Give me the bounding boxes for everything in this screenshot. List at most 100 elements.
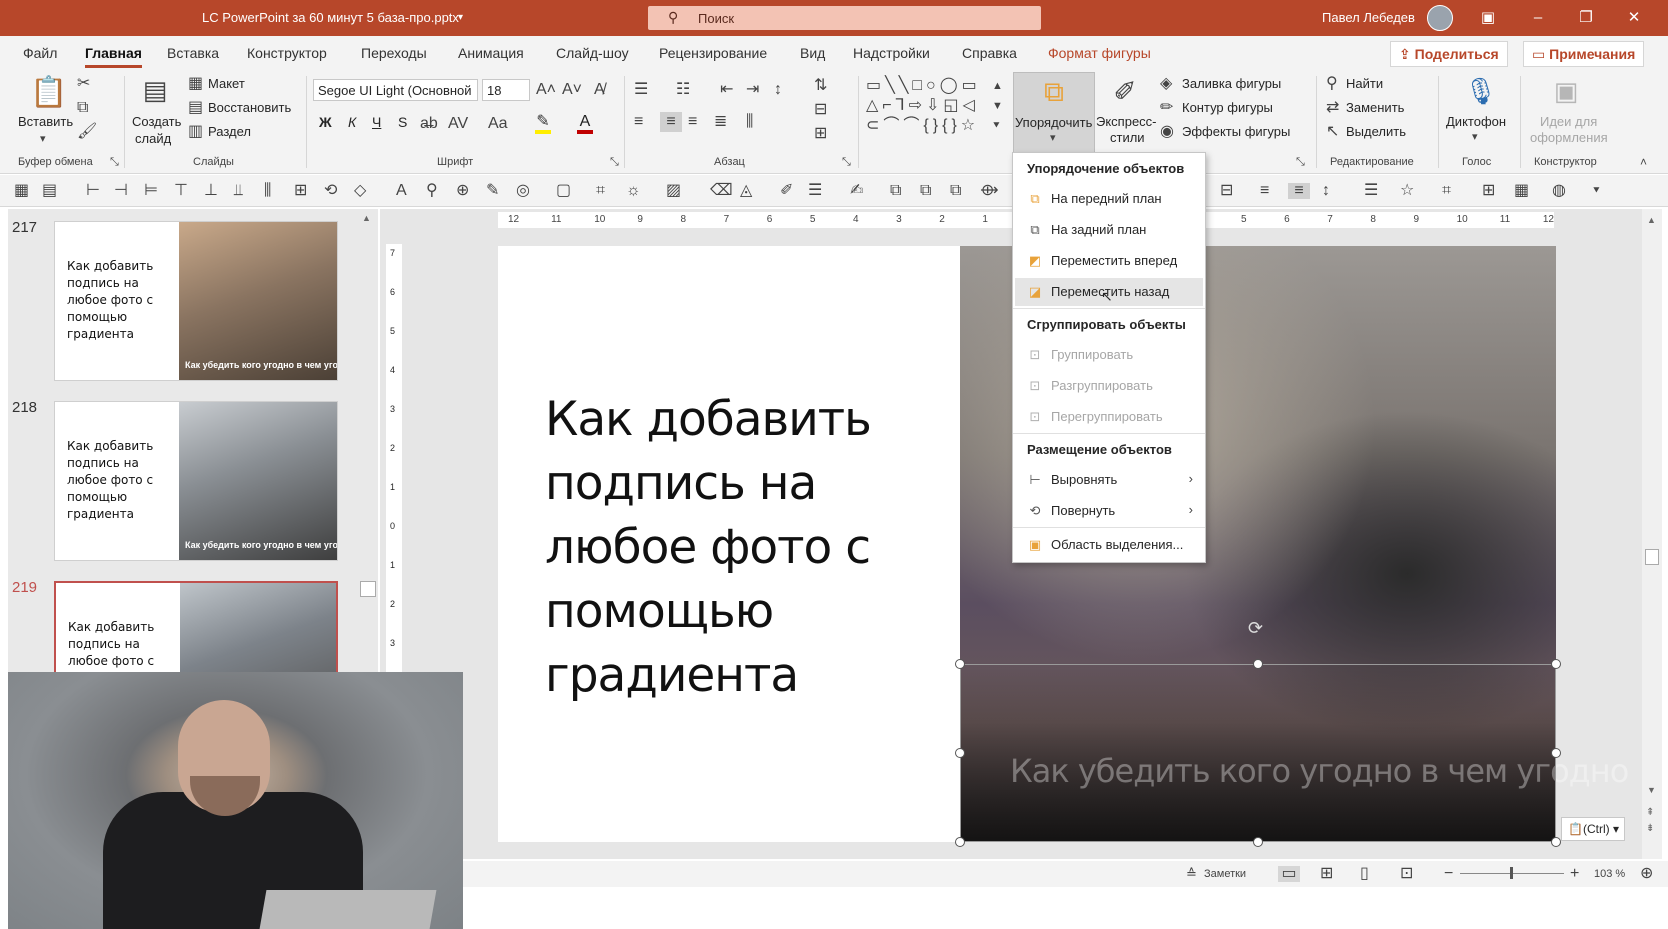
brightness-icon[interactable]: ☼: [626, 183, 641, 199]
paragraph-launcher-icon[interactable]: ⤡: [842, 156, 851, 169]
line-weight-icon[interactable]: ☰: [808, 183, 822, 199]
customize-qat-icon[interactable]: ⯆: [1592, 183, 1601, 199]
resize-handle[interactable]: [1551, 748, 1561, 758]
strikethrough-icon[interactable]: a̶b: [420, 116, 438, 132]
fill-bucket-icon[interactable]: ◬: [740, 183, 752, 199]
find-label[interactable]: Найти: [1346, 76, 1383, 91]
clipboard-launcher-icon[interactable]: ⤡: [110, 156, 119, 169]
tab-help[interactable]: Справка: [962, 45, 1017, 61]
select-icon[interactable]: ↖: [1326, 124, 1339, 140]
slide-title[interactable]: Как добавить подпись на любое фото с пом…: [545, 388, 965, 708]
new-slide-label-1[interactable]: Создать: [132, 114, 181, 129]
textbox-icon[interactable]: A: [396, 183, 407, 199]
align-center-text-qat-icon[interactable]: ≡: [1288, 183, 1310, 199]
bullets-icon[interactable]: ☰: [634, 82, 648, 98]
minimize-icon[interactable]: –: [1526, 6, 1550, 30]
text-direction-icon[interactable]: ⇅: [814, 78, 827, 94]
slide-thumbnail-218[interactable]: Как добавить подпись на любое фото с пом…: [54, 401, 338, 561]
spacing-qat-icon[interactable]: ↕: [1322, 183, 1330, 199]
new-slide-icon[interactable]: ▤: [140, 76, 170, 106]
tab-insert[interactable]: Вставка: [167, 45, 219, 61]
send-backward-item[interactable]: ◪ Переместить назад ↖: [1015, 278, 1203, 306]
font-color-icon[interactable]: A: [577, 114, 593, 134]
tab-home[interactable]: Главная: [85, 45, 142, 68]
align-middle-icon[interactable]: ⊥: [204, 183, 218, 199]
slideshow-icon[interactable]: ⊡: [1400, 866, 1413, 882]
bring-to-front-item[interactable]: ⧉ На передний план: [1015, 185, 1203, 213]
resize-handle[interactable]: [955, 659, 965, 669]
drawing-launcher-icon[interactable]: ⤡: [1296, 156, 1305, 169]
decrease-indent-icon[interactable]: ⇤: [720, 82, 733, 98]
shape-effects-label[interactable]: Эффекты фигуры: [1182, 124, 1290, 139]
notes-icon[interactable]: ≙: [1186, 866, 1197, 882]
zoom-slider-thumb[interactable]: [1510, 867, 1513, 879]
new-slide-label-2[interactable]: слайд: [135, 131, 171, 146]
designer-label-1[interactable]: Идеи для: [1540, 114, 1597, 129]
tab-animations[interactable]: Анимация: [458, 45, 524, 61]
eyedropper-icon[interactable]: ✐: [780, 183, 793, 199]
gallery-scroll-down-icon[interactable]: ▼: [992, 98, 1003, 114]
layout-icon[interactable]: ▦: [188, 76, 203, 92]
layout-label[interactable]: Макет: [208, 76, 245, 91]
editor-scroll-thumb[interactable]: [1645, 549, 1659, 565]
zoom-in-icon[interactable]: +: [1570, 866, 1579, 882]
editor-scroll-down-icon[interactable]: ▼: [1647, 785, 1656, 795]
ungroup-item[interactable]: ⊡ Разгруппировать: [1015, 372, 1203, 400]
find-icon[interactable]: ⚲: [1326, 76, 1338, 92]
bold-button[interactable]: Ж: [319, 114, 332, 130]
next-slide-icon[interactable]: ⇟: [1646, 823, 1654, 834]
crosshair-icon[interactable]: ⊕: [456, 183, 469, 199]
zoom-level[interactable]: 103 %: [1594, 868, 1625, 880]
avatar[interactable]: [1427, 5, 1453, 31]
select-label[interactable]: Выделить: [1346, 124, 1406, 139]
qat-icon-1[interactable]: ▦: [14, 183, 29, 199]
circle-icon[interactable]: ◎: [516, 183, 530, 199]
rotate-item[interactable]: ⟲ Повернуть ›: [1015, 497, 1203, 525]
tab-shape-format[interactable]: Формат фигуры: [1048, 45, 1151, 61]
align-bottom-icon[interactable]: ⫫: [234, 183, 243, 199]
shape-outline-icon[interactable]: ✏: [1160, 100, 1173, 116]
tab-file[interactable]: Файл: [23, 45, 57, 61]
ribbon-display-icon[interactable]: ▣: [1476, 6, 1500, 30]
table2-qat-icon[interactable]: ▦: [1514, 183, 1529, 199]
replace-icon[interactable]: ⇄: [1326, 100, 1339, 116]
rotate-handle-icon[interactable]: ⟳: [1248, 618, 1263, 639]
bring-forward-item[interactable]: ◩ Переместить вперед: [1015, 247, 1203, 275]
search-box[interactable]: ⚲ Поиск: [648, 6, 1041, 30]
tab-slideshow[interactable]: Слайд-шоу: [556, 45, 629, 61]
tab-view[interactable]: Вид: [800, 45, 825, 61]
designer-ideas-icon[interactable]: ▣: [1550, 76, 1582, 108]
tab-transitions[interactable]: Переходы: [361, 45, 427, 61]
smartart-icon[interactable]: ⊞: [814, 126, 827, 142]
align-left-text-qat-icon[interactable]: ≡: [1260, 183, 1269, 199]
rotate-objects-icon[interactable]: ⟲: [324, 183, 337, 199]
scroll-thumb[interactable]: [360, 581, 376, 597]
comments-button[interactable]: ▭ Примечания: [1523, 41, 1645, 67]
microphone-icon[interactable]: 🎙: [1464, 74, 1497, 108]
replace-label[interactable]: Заменить: [1346, 100, 1404, 115]
gallery-more-icon[interactable]: ⯆: [992, 118, 1001, 134]
previous-slide-icon[interactable]: ⇞: [1646, 807, 1654, 818]
gallery-scroll-up-icon[interactable]: ▲: [992, 78, 1003, 94]
shapes-icon[interactable]: ◇: [354, 183, 366, 199]
paste-label[interactable]: Вставить: [18, 114, 73, 129]
char-spacing-icon[interactable]: AV: [448, 116, 468, 132]
shapes-gallery[interactable]: ▭╲╲□○◯▭ △⌐⅂⇨⇩◱◁ ⊂⌒⌒{}{}☆: [866, 76, 1006, 136]
designer-label-2[interactable]: оформления: [1530, 130, 1608, 145]
paste-options-button[interactable]: 📋(Ctrl) ▾: [1561, 817, 1625, 841]
editor-scrollbar[interactable]: ▲ ▼ ⇞ ⇟: [1642, 209, 1662, 859]
underline-button[interactable]: Ч: [372, 114, 381, 130]
shape-effects-icon[interactable]: ◉: [1160, 124, 1174, 140]
numbering-icon[interactable]: ☷: [676, 82, 690, 98]
resize-handle[interactable]: [955, 837, 965, 847]
group-item[interactable]: ⊡ Группировать: [1015, 341, 1203, 369]
bullets-qat-icon[interactable]: ☰: [1364, 183, 1378, 199]
effects-qat-icon[interactable]: ⟴: [980, 183, 999, 199]
align-text-icon[interactable]: ⊟: [814, 102, 827, 118]
paint-icon[interactable]: ✎: [486, 183, 499, 199]
shape-outline-qat-icon[interactable]: ◍: [1552, 183, 1566, 199]
align-left-icon[interactable]: ≡: [634, 114, 643, 130]
zoom-icon[interactable]: ⚲: [426, 183, 438, 199]
tab-design[interactable]: Конструктор: [247, 45, 327, 61]
format-painter-icon[interactable]: 🖌: [77, 124, 97, 140]
